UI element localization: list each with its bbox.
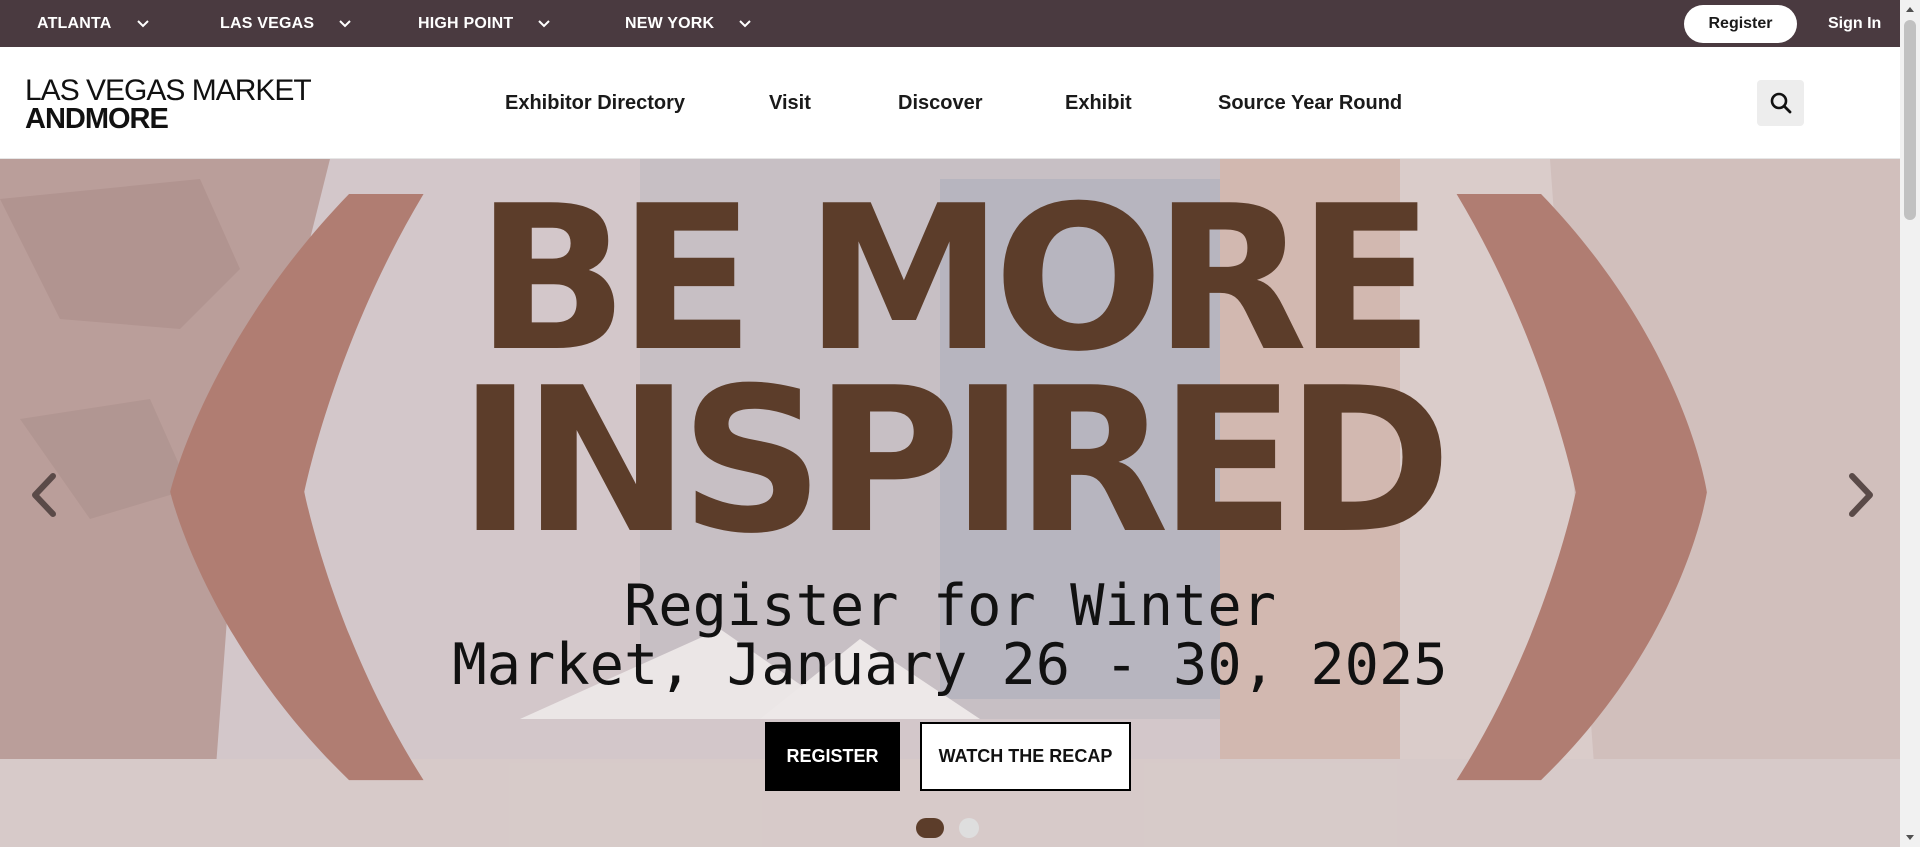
market-link-new-york[interactable]: NEW YORK: [625, 0, 752, 47]
hero-register-button[interactable]: REGISTER: [765, 722, 900, 791]
top-register-button[interactable]: Register: [1684, 5, 1797, 43]
scrollbar-thumb[interactable]: [1904, 20, 1916, 220]
search-button[interactable]: [1757, 80, 1804, 126]
market-label: LAS VEGAS: [220, 14, 315, 32]
nav-item-exhibit[interactable]: Exhibit: [1065, 47, 1132, 159]
sign-in-link[interactable]: Sign In: [1828, 0, 1881, 47]
main-navigation: LAS VEGAS MARKET ANDMORE Exhibitor Direc…: [0, 47, 1900, 159]
chevron-down-icon: [739, 19, 752, 27]
market-link-atlanta[interactable]: ATLANTA: [37, 0, 150, 47]
chevron-down-icon: [136, 19, 149, 27]
hero-subhead-line-2: Market, January 26 - 30, 2025: [452, 632, 1448, 698]
market-label: HIGH POINT: [418, 14, 514, 32]
top-utility-bar: ATLANTA LAS VEGAS HIGH POINT NEW YORK Re…: [0, 0, 1900, 47]
page-scrollbar[interactable]: [1900, 0, 1920, 847]
search-icon: [1770, 92, 1791, 114]
carousel-dot-2[interactable]: [959, 818, 979, 838]
nav-item-exhibitor-directory[interactable]: Exhibitor Directory: [505, 47, 685, 159]
nav-item-visit[interactable]: Visit: [769, 47, 811, 159]
market-link-las-vegas[interactable]: LAS VEGAS: [220, 0, 352, 47]
logo-line-2: ANDMORE: [25, 103, 169, 135]
market-label: ATLANTA: [37, 14, 112, 32]
watch-recap-button[interactable]: WATCH THE RECAP: [920, 722, 1131, 791]
chevron-down-icon: [339, 19, 351, 27]
hero-headline-line-2: INSPIRED: [458, 345, 1451, 578]
market-link-high-point[interactable]: HIGH POINT: [418, 0, 551, 47]
chevron-down-icon: [538, 19, 551, 27]
scroll-up-arrow-icon[interactable]: [1900, 0, 1920, 18]
carousel-prev-arrow[interactable]: [25, 470, 65, 520]
scroll-down-arrow-icon[interactable]: [1900, 829, 1920, 847]
carousel-dot-1[interactable]: [916, 818, 944, 838]
hero-subhead-line-1: Register for Winter: [623, 573, 1277, 639]
carousel-next-arrow[interactable]: [1840, 470, 1880, 520]
nav-item-source-year-round[interactable]: Source Year Round: [1218, 47, 1402, 159]
logo-line-1: LAS VEGAS MARKET: [25, 74, 312, 107]
site-logo[interactable]: LAS VEGAS MARKET ANDMORE: [25, 74, 312, 135]
nav-item-discover[interactable]: Discover: [898, 47, 983, 159]
market-label: NEW YORK: [625, 14, 715, 32]
